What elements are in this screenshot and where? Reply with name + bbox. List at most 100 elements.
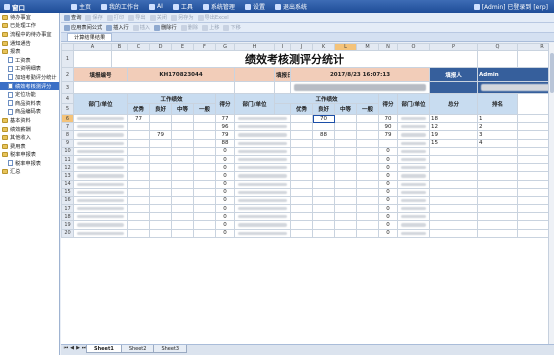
redacted-cell[interactable] bbox=[234, 179, 291, 189]
row-header[interactable]: 4 bbox=[61, 93, 74, 104]
grid-cell[interactable] bbox=[171, 171, 194, 181]
score-cell[interactable]: 79 bbox=[378, 130, 398, 140]
menu-item[interactable]: AI bbox=[144, 2, 168, 11]
grid-cell[interactable] bbox=[334, 130, 357, 140]
score-cell[interactable]: 0 bbox=[215, 212, 235, 222]
grid-cell[interactable] bbox=[127, 171, 150, 181]
total-cell[interactable]: 12 bbox=[429, 122, 478, 132]
sheet-tab[interactable]: Sheet3 bbox=[153, 345, 188, 353]
column-header[interactable]: A bbox=[73, 43, 112, 51]
grid-cell[interactable] bbox=[171, 113, 194, 124]
sidebar-item[interactable]: 通知通告 bbox=[0, 39, 59, 48]
column-header[interactable]: J bbox=[290, 43, 313, 51]
grid-cell[interactable] bbox=[334, 220, 357, 230]
grid-cell[interactable] bbox=[234, 67, 275, 82]
grid-cell[interactable] bbox=[312, 138, 335, 148]
menu-item[interactable]: 退出系统 bbox=[270, 2, 312, 11]
total-cell[interactable] bbox=[429, 163, 478, 173]
row-header[interactable]: 11 bbox=[61, 154, 74, 165]
grid-cell[interactable] bbox=[234, 81, 275, 94]
grid-cell[interactable] bbox=[193, 113, 216, 124]
row-header[interactable]: 10 bbox=[61, 146, 74, 156]
rank-cell[interactable] bbox=[477, 154, 518, 165]
redacted-cell[interactable] bbox=[397, 163, 430, 173]
total-cell[interactable] bbox=[429, 195, 478, 206]
redacted-cell[interactable] bbox=[477, 81, 554, 94]
grid-cell[interactable] bbox=[149, 122, 172, 132]
grid-cell[interactable] bbox=[334, 204, 357, 214]
tab-result[interactable]: 计算结果结果 bbox=[67, 33, 113, 41]
rank-cell[interactable] bbox=[477, 187, 518, 197]
grid-cell[interactable] bbox=[290, 113, 313, 124]
grid-cell[interactable] bbox=[334, 146, 357, 156]
column-header[interactable]: N bbox=[378, 43, 398, 51]
redacted-cell[interactable] bbox=[234, 113, 291, 124]
redacted-cell[interactable] bbox=[397, 154, 430, 165]
grid-cell[interactable] bbox=[312, 187, 335, 197]
grid-cell[interactable] bbox=[290, 146, 313, 156]
total-cell[interactable] bbox=[429, 204, 478, 214]
row-header[interactable]: 15 bbox=[61, 187, 74, 197]
redacted-cell[interactable] bbox=[73, 220, 128, 230]
grid-cell[interactable] bbox=[127, 204, 150, 214]
score-cell[interactable]: 0 bbox=[378, 179, 398, 189]
grid-cell[interactable] bbox=[290, 154, 313, 165]
row-header[interactable]: 2 bbox=[61, 67, 74, 82]
redacted-cell[interactable] bbox=[234, 187, 291, 197]
redacted-cell[interactable] bbox=[397, 220, 430, 230]
grid-cell[interactable] bbox=[171, 146, 194, 156]
grid-cell[interactable]: 88 bbox=[312, 130, 335, 140]
toolbar-button[interactable]: 导出Excel bbox=[197, 14, 229, 21]
grid-cell[interactable] bbox=[356, 179, 379, 189]
grid-cell[interactable] bbox=[356, 138, 379, 148]
score-cell[interactable]: 0 bbox=[378, 154, 398, 165]
grid-cell[interactable] bbox=[193, 138, 216, 148]
column-header[interactable]: H bbox=[234, 43, 275, 51]
row-header[interactable]: 12 bbox=[61, 163, 74, 173]
toolbar-button[interactable]: 插入 bbox=[132, 24, 150, 31]
grid-cell[interactable] bbox=[193, 130, 216, 140]
sidebar-item[interactable]: 绩效薪酬 bbox=[0, 125, 59, 134]
grid-cell[interactable] bbox=[334, 228, 357, 238]
toolbar-button[interactable]: 打印 bbox=[106, 14, 124, 21]
sidebar-item[interactable]: 已处理工作 bbox=[0, 22, 59, 31]
row-header[interactable]: 8 bbox=[61, 130, 74, 140]
grid-cell[interactable] bbox=[356, 146, 379, 156]
score-cell[interactable]: 0 bbox=[378, 204, 398, 214]
grid-cell[interactable] bbox=[149, 187, 172, 197]
grid-cell[interactable]: 77 bbox=[127, 113, 150, 124]
rank-cell[interactable] bbox=[477, 204, 518, 214]
grid-cell[interactable] bbox=[127, 122, 150, 132]
column-header[interactable]: C bbox=[127, 43, 150, 51]
reviewer-value[interactable]: Admin bbox=[477, 67, 554, 82]
rank-cell[interactable]: 1 bbox=[477, 113, 518, 124]
grid-cell[interactable] bbox=[290, 187, 313, 197]
redacted-cell[interactable] bbox=[73, 154, 128, 165]
grid-cell[interactable] bbox=[149, 146, 172, 156]
redacted-cell[interactable] bbox=[73, 187, 128, 197]
rank-cell[interactable] bbox=[477, 220, 518, 230]
redacted-cell[interactable] bbox=[234, 138, 291, 148]
rank-cell[interactable] bbox=[477, 146, 518, 156]
menu-item[interactable]: 设置 bbox=[240, 2, 270, 11]
grid-cell[interactable] bbox=[149, 163, 172, 173]
grid-cell[interactable] bbox=[312, 212, 335, 222]
grid-cell[interactable] bbox=[334, 138, 357, 148]
score-cell[interactable]: 0 bbox=[378, 195, 398, 206]
grid-cell[interactable] bbox=[149, 113, 172, 124]
row-header[interactable]: 20 bbox=[61, 228, 74, 238]
grid-cell[interactable] bbox=[334, 122, 357, 132]
total-cell[interactable]: 18 bbox=[429, 113, 478, 124]
grid-cell[interactable] bbox=[171, 204, 194, 214]
grid-cell[interactable] bbox=[312, 163, 335, 173]
grid-cell[interactable] bbox=[73, 50, 112, 68]
total-cell[interactable]: 19 bbox=[429, 130, 478, 140]
redacted-cell[interactable] bbox=[234, 122, 291, 132]
sidebar-item[interactable]: 工资明细表 bbox=[0, 65, 59, 74]
sidebar-item[interactable]: 流程中的待办事宜 bbox=[0, 30, 59, 39]
redacted-cell[interactable] bbox=[397, 228, 430, 238]
score-cell[interactable]: 0 bbox=[378, 146, 398, 156]
total-cell[interactable] bbox=[429, 212, 478, 222]
score-cell[interactable]: 0 bbox=[215, 228, 235, 238]
redacted-cell[interactable] bbox=[234, 204, 291, 214]
